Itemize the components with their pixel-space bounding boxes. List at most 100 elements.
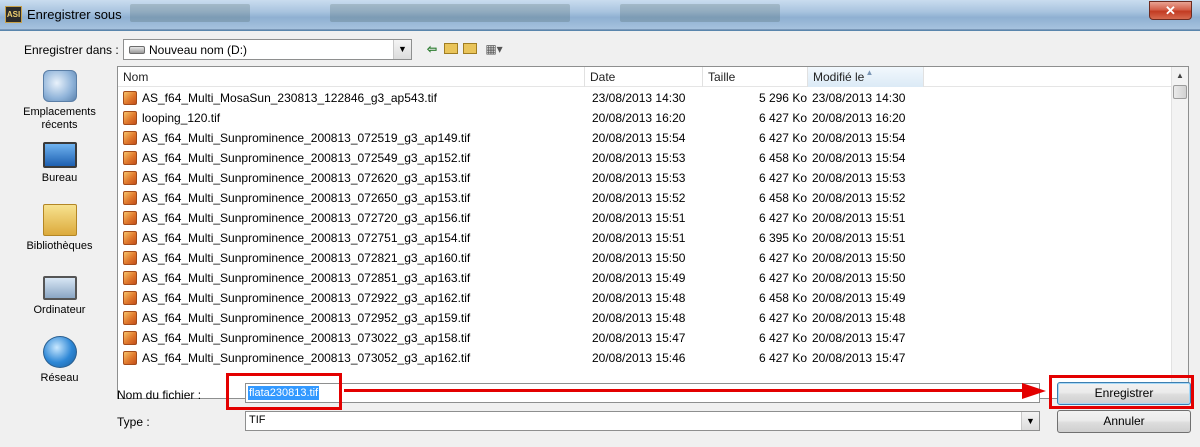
chevron-down-icon[interactable]: ▼ (1021, 412, 1039, 430)
title-bar: ASI Enregistrer sous ✕ (0, 0, 1200, 30)
vertical-scrollbar[interactable]: ▲ ▼ (1171, 67, 1188, 398)
file-name[interactable]: looping_120.tif (123, 108, 583, 128)
file-date: 20/08/2013 16:20 (592, 111, 686, 125)
column-header-date[interactable]: Date (585, 67, 703, 87)
file-modified: 20/08/2013 15:47 (812, 331, 906, 345)
tif-file-icon (123, 331, 137, 345)
cancel-button[interactable]: Annuler (1057, 410, 1191, 433)
places-bar: Emplacements récents Bureau Bibliothèque… (4, 66, 115, 411)
file-row[interactable]: AS_f64_Multi_Sunprominence_200813_072821… (118, 248, 1172, 268)
file-row[interactable]: AS_f64_Multi_Sunprominence_200813_072720… (118, 208, 1172, 228)
scroll-up-icon[interactable]: ▲ (1172, 67, 1188, 84)
dialog-client-area: Enregistrer dans : Nouveau nom (D:) ▼ ⇦ … (0, 31, 1200, 447)
place-network[interactable]: Réseau (4, 336, 115, 385)
file-name[interactable]: AS_f64_Multi_Sunprominence_200813_072650… (123, 188, 583, 208)
file-date: 23/08/2013 14:30 (592, 91, 686, 105)
new-folder-icon[interactable] (462, 40, 478, 58)
file-row[interactable]: AS_f64_Multi_Sunprominence_200813_072751… (118, 228, 1172, 248)
file-date: 20/08/2013 15:54 (592, 131, 686, 145)
column-header-modified[interactable]: ▲ Modifié le (808, 67, 924, 87)
up-folder-icon[interactable] (443, 40, 459, 58)
tif-file-icon (123, 171, 137, 185)
view-menu-icon[interactable]: ▦▾ (482, 40, 506, 58)
file-size: 6 427 Ko (758, 131, 807, 145)
libraries-icon (42, 204, 77, 236)
tif-file-icon (123, 191, 137, 205)
file-modified: 20/08/2013 15:54 (812, 151, 906, 165)
place-computer[interactable]: Ordinateur (4, 271, 115, 317)
place-recent[interactable]: Emplacements récents (4, 70, 115, 132)
filename-input[interactable]: flata230813.tif (245, 383, 1040, 403)
annotation-arrow-head (1022, 383, 1046, 399)
file-name[interactable]: AS_f64_Multi_Sunprominence_200813_072751… (123, 228, 583, 248)
file-name[interactable]: AS_f64_Multi_Sunprominence_200813_072720… (123, 208, 583, 228)
file-name[interactable]: AS_f64_Multi_Sunprominence_200813_072620… (123, 168, 583, 188)
tif-file-icon (123, 151, 137, 165)
file-row[interactable]: AS_f64_Multi_Sunprominence_200813_072620… (118, 168, 1172, 188)
tif-file-icon (123, 291, 137, 305)
file-name[interactable]: AS_f64_Multi_Sunprominence_200813_072519… (123, 128, 583, 148)
tif-file-icon (123, 351, 137, 365)
column-header-size[interactable]: Taille (703, 67, 808, 87)
file-modified: 20/08/2013 15:47 (812, 351, 906, 365)
chevron-down-icon[interactable]: ▼ (393, 40, 411, 59)
place-libraries[interactable]: Bibliothèques (4, 204, 115, 253)
place-label: Bureau (41, 172, 78, 184)
file-modified: 20/08/2013 15:52 (812, 191, 906, 205)
file-list[interactable]: Nom Date Taille ▲ Modifié le AS_f64_Multi… (117, 66, 1189, 399)
save-in-label: Enregistrer dans : (24, 43, 119, 57)
column-header-name[interactable]: Nom (118, 67, 585, 87)
filetype-label: Type : (117, 415, 150, 429)
file-row[interactable]: AS_f64_Multi_Sunprominence_200813_072851… (118, 268, 1172, 288)
file-row[interactable]: AS_f64_Multi_Sunprominence_200813_073052… (118, 348, 1172, 368)
scrollbar-thumb[interactable] (1173, 85, 1187, 99)
file-name[interactable]: AS_f64_Multi_MosaSun_230813_122846_g3_ap… (123, 88, 583, 108)
computer-icon (42, 276, 77, 300)
place-desktop[interactable]: Bureau (4, 138, 115, 185)
place-label: Réseau (40, 372, 79, 384)
file-name[interactable]: AS_f64_Multi_Sunprominence_200813_073052… (123, 348, 583, 368)
file-date: 20/08/2013 15:46 (592, 351, 686, 365)
file-row[interactable]: AS_f64_Multi_Sunprominence_200813_072922… (118, 288, 1172, 308)
file-size: 6 427 Ko (758, 211, 807, 225)
sort-arrow-icon: ▲ (865, 68, 874, 77)
tif-file-icon (123, 91, 137, 105)
file-size: 6 427 Ko (758, 331, 807, 345)
file-row[interactable]: AS_f64_Multi_Sunprominence_200813_072952… (118, 308, 1172, 328)
file-size: 6 427 Ko (758, 271, 807, 285)
desktop-icon (42, 142, 77, 168)
file-name[interactable]: AS_f64_Multi_Sunprominence_200813_072549… (123, 148, 583, 168)
app-icon: ASI (5, 6, 22, 23)
file-date: 20/08/2013 15:53 (592, 171, 686, 185)
tif-file-icon (123, 271, 137, 285)
file-row[interactable]: AS_f64_Multi_MosaSun_230813_122846_g3_ap… (118, 88, 1172, 108)
file-row[interactable]: AS_f64_Multi_Sunprominence_200813_072650… (118, 188, 1172, 208)
file-row[interactable]: AS_f64_Multi_Sunprominence_200813_072549… (118, 148, 1172, 168)
close-button[interactable]: ✕ (1149, 1, 1192, 20)
file-row[interactable]: AS_f64_Multi_Sunprominence_200813_072519… (118, 128, 1172, 148)
tif-file-icon (123, 131, 137, 145)
file-name[interactable]: AS_f64_Multi_Sunprominence_200813_073022… (123, 328, 583, 348)
annotation-highlight-save-button (1049, 375, 1194, 409)
file-size: 6 395 Ko (758, 231, 807, 245)
file-size: 6 427 Ko (758, 251, 807, 265)
file-name[interactable]: AS_f64_Multi_Sunprominence_200813_072851… (123, 268, 583, 288)
tif-file-icon (123, 231, 137, 245)
file-modified: 20/08/2013 15:48 (812, 311, 906, 325)
file-date: 20/08/2013 15:47 (592, 331, 686, 345)
file-name[interactable]: AS_f64_Multi_Sunprominence_200813_072922… (123, 288, 583, 308)
network-icon (42, 336, 77, 368)
file-row[interactable]: looping_120.tif 20/08/2013 16:20 6 427 Ko 2… (118, 108, 1172, 128)
file-date: 20/08/2013 15:51 (592, 231, 686, 245)
place-label: Ordinateur (33, 304, 86, 316)
back-arrow-icon[interactable]: ⇦ (425, 40, 439, 58)
file-name[interactable]: AS_f64_Multi_Sunprominence_200813_072952… (123, 308, 583, 328)
file-name[interactable]: AS_f64_Multi_Sunprominence_200813_072821… (123, 248, 583, 268)
file-row[interactable]: AS_f64_Multi_Sunprominence_200813_073022… (118, 328, 1172, 348)
file-modified: 20/08/2013 15:51 (812, 211, 906, 225)
filetype-dropdown[interactable]: TIF ▼ (245, 411, 1040, 431)
background-blur (330, 4, 570, 22)
file-date: 20/08/2013 15:48 (592, 291, 686, 305)
save-in-dropdown[interactable]: Nouveau nom (D:) ▼ (123, 39, 412, 60)
tif-file-icon (123, 311, 137, 325)
